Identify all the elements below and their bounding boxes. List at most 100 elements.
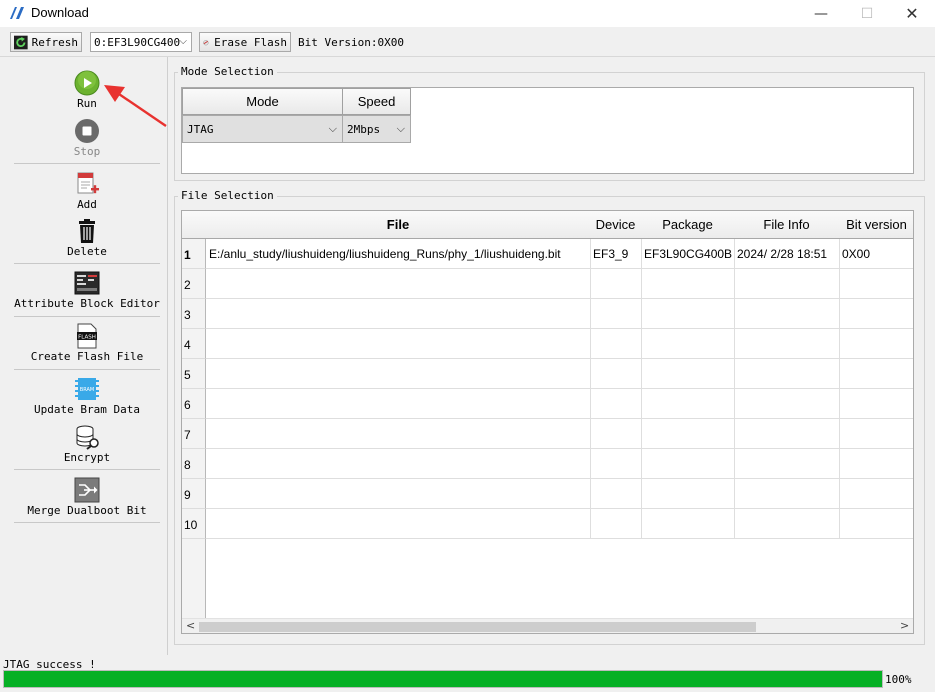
speed-select-value: 2Mbps: [347, 122, 381, 136]
cell-bit-version[interactable]: [839, 329, 913, 359]
eraser-icon: [203, 39, 209, 45]
scroll-left-icon[interactable]: <: [186, 619, 195, 632]
row-number[interactable]: 4: [182, 329, 206, 359]
annotation-arrow: [104, 85, 167, 127]
cell-device[interactable]: EF3_9: [590, 239, 642, 269]
row-number[interactable]: 7: [182, 419, 206, 449]
cell-device[interactable]: [590, 449, 642, 479]
row-number[interactable]: 3: [182, 299, 206, 329]
cell-package[interactable]: [641, 329, 735, 359]
cell-file-info[interactable]: [734, 449, 840, 479]
cell-package[interactable]: [641, 449, 735, 479]
scroll-right-icon[interactable]: >: [900, 619, 909, 632]
cell-bit-version[interactable]: [839, 449, 913, 479]
cell-bit-version[interactable]: [839, 419, 913, 449]
cell-package[interactable]: [641, 479, 735, 509]
chevron-down-icon: ⌵: [179, 36, 187, 47]
cell-device[interactable]: [590, 509, 642, 539]
cell-device[interactable]: [590, 359, 642, 389]
cell-device[interactable]: [590, 329, 642, 359]
stop-icon: [75, 119, 99, 143]
cell-file-info[interactable]: [734, 389, 840, 419]
cell-file[interactable]: [206, 359, 591, 389]
close-button[interactable]: ✕: [889, 0, 935, 27]
column-header-file-info[interactable]: File Info: [734, 211, 840, 239]
encrypt-icon: [76, 425, 99, 450]
speed-header: Speed: [342, 88, 411, 115]
cell-package[interactable]: [641, 419, 735, 449]
row-number[interactable]: 1: [182, 239, 206, 269]
update-bram-data-button[interactable]: BRAM Update Bram Data: [14, 376, 160, 416]
mode-selection-title: Mode Selection: [178, 65, 277, 78]
row-number[interactable]: 8: [182, 449, 206, 479]
progress-bar: [3, 670, 883, 688]
cell-file[interactable]: [206, 449, 591, 479]
cell-bit-version[interactable]: [839, 479, 913, 509]
cell-bit-version[interactable]: [839, 269, 913, 299]
device-select[interactable]: 0:EF3L90CG400 ⌵: [90, 32, 192, 52]
cell-file[interactable]: [206, 329, 591, 359]
speed-select[interactable]: 2Mbps ⌵: [342, 115, 411, 143]
column-header-bit-version[interactable]: Bit version: [839, 211, 913, 239]
minimize-button[interactable]: —: [798, 0, 844, 27]
tool-panel: Run Stop Add Delete Attribute Block Edit…: [0, 57, 168, 655]
mode-select[interactable]: JTAG ⌵: [182, 115, 343, 143]
cell-file-info[interactable]: [734, 479, 840, 509]
cell-device[interactable]: [590, 419, 642, 449]
cell-package[interactable]: [641, 269, 735, 299]
scrollbar-thumb[interactable]: [199, 622, 756, 632]
maximize-button[interactable]: ☐: [844, 0, 890, 27]
cell-file[interactable]: [206, 509, 591, 539]
cell-package[interactable]: [641, 389, 735, 419]
merge-dualboot-bit-button[interactable]: Merge Dualboot Bit: [14, 477, 160, 517]
cell-bit-version[interactable]: [839, 299, 913, 329]
cell-bit-version[interactable]: [839, 359, 913, 389]
cell-file-info[interactable]: [734, 359, 840, 389]
attribute-block-editor-button[interactable]: Attribute Block Editor: [14, 270, 160, 310]
cell-file-info[interactable]: [734, 509, 840, 539]
column-header-device[interactable]: Device: [590, 211, 642, 239]
window-title: Download: [31, 5, 89, 20]
cell-package[interactable]: [641, 509, 735, 539]
row-number[interactable]: 6: [182, 389, 206, 419]
row-number[interactable]: 5: [182, 359, 206, 389]
column-header-file[interactable]: File: [206, 211, 591, 239]
add-button[interactable]: Add: [14, 171, 160, 211]
refresh-button[interactable]: Refresh: [10, 32, 82, 52]
row-number[interactable]: 9: [182, 479, 206, 509]
cell-file[interactable]: [206, 479, 591, 509]
cell-bit-version[interactable]: [839, 509, 913, 539]
erase-flash-button[interactable]: Erase Flash: [199, 32, 291, 52]
row-number[interactable]: 2: [182, 269, 206, 299]
cell-file[interactable]: E:/anlu_study/liushuideng/liushuideng_Ru…: [206, 239, 591, 269]
cell-file[interactable]: [206, 269, 591, 299]
cell-file-info[interactable]: [734, 329, 840, 359]
delete-button[interactable]: Delete: [14, 218, 160, 258]
cell-device[interactable]: [590, 269, 642, 299]
cell-package[interactable]: [641, 359, 735, 389]
horizontal-scrollbar[interactable]: < >: [182, 618, 913, 633]
cell-bit-version[interactable]: 0X00: [839, 239, 913, 269]
cell-file-info[interactable]: 2024/ 2/28 18:51: [734, 239, 840, 269]
cell-package[interactable]: EF3L90CG400B: [641, 239, 735, 269]
column-header-package[interactable]: Package: [641, 211, 735, 239]
cell-file[interactable]: [206, 299, 591, 329]
create-flash-file-button[interactable]: FLASH Create Flash File: [14, 323, 160, 363]
cell-file-info[interactable]: [734, 419, 840, 449]
mode-select-value: JTAG: [187, 122, 214, 136]
cell-file-info[interactable]: [734, 269, 840, 299]
cell-device[interactable]: [590, 299, 642, 329]
cell-device[interactable]: [590, 389, 642, 419]
flash-file-icon: FLASH: [77, 323, 97, 349]
row-number[interactable]: 10: [182, 509, 206, 539]
file-selection-title: File Selection: [178, 189, 277, 202]
cell-package[interactable]: [641, 299, 735, 329]
cell-device[interactable]: [590, 479, 642, 509]
merge-icon: [74, 477, 100, 503]
bit-version-text: Bit Version:0X00: [298, 36, 404, 49]
encrypt-button[interactable]: Encrypt: [14, 424, 160, 464]
cell-file[interactable]: [206, 419, 591, 449]
cell-file[interactable]: [206, 389, 591, 419]
cell-bit-version[interactable]: [839, 389, 913, 419]
cell-file-info[interactable]: [734, 299, 840, 329]
